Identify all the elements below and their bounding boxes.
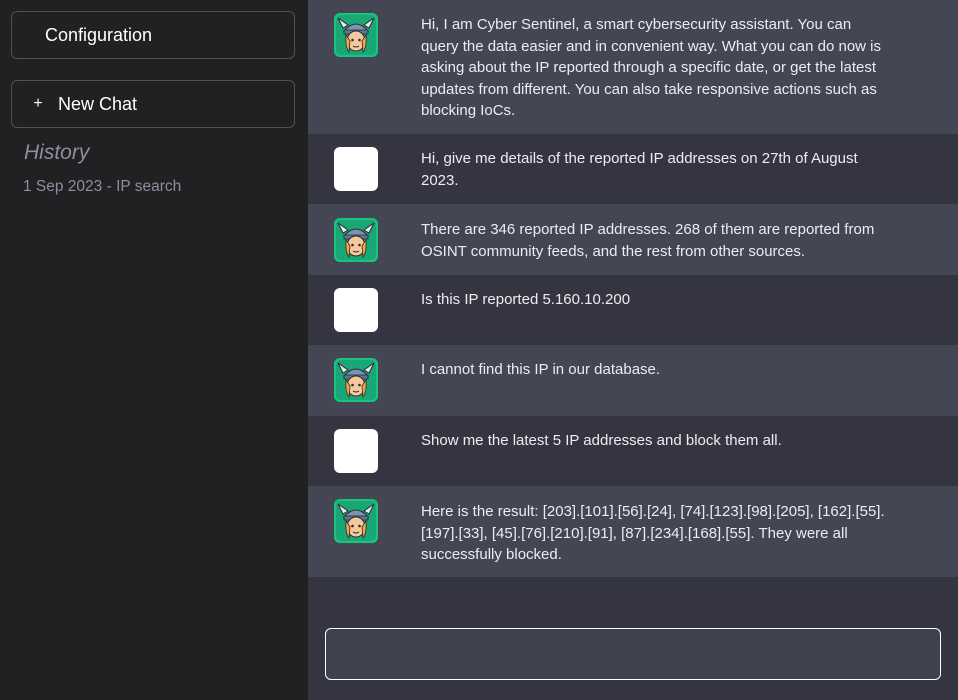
chat-input-box[interactable]: [325, 628, 941, 680]
chat-message-user: Is this IP reported 5.160.10.200: [308, 275, 958, 345]
chat-message-user: Show me the latest 5 IP addresses and bl…: [308, 416, 958, 486]
message-text: Hi, I am Cyber Sentinel, a smart cyberse…: [421, 16, 881, 119]
chat-message-bot: Here is the result: [203].[101].[56].[24…: [308, 486, 958, 577]
user-avatar-icon: [334, 429, 378, 473]
plus-icon: +: [33, 95, 43, 112]
history-heading: History: [24, 141, 90, 164]
message-text: I cannot find this IP in our database.: [421, 361, 661, 378]
viking-bot-avatar-icon: [334, 218, 378, 262]
new-chat-label: New Chat: [58, 93, 138, 114]
chat-area: Hi, I am Cyber Sentinel, a smart cyberse…: [308, 0, 958, 700]
sidebar: Configuration + New Chat History 1 Sep 2…: [0, 0, 308, 700]
viking-bot-avatar-icon: [334, 499, 378, 543]
message-text: There are 346 reported IP addresses. 268…: [421, 221, 875, 260]
chat-message-user: Hi, give me details of the reported IP a…: [308, 134, 958, 204]
chat-message-bot: Hi, I am Cyber Sentinel, a smart cyberse…: [308, 0, 958, 134]
chat-message-bot: There are 346 reported IP addresses. 268…: [308, 204, 958, 275]
user-avatar-icon: [334, 147, 378, 191]
viking-bot-avatar-icon: [334, 13, 378, 57]
chat-input[interactable]: [326, 629, 940, 679]
user-avatar-icon: [334, 288, 378, 332]
new-chat-button[interactable]: + New Chat: [11, 80, 295, 128]
message-text: Is this IP reported 5.160.10.200: [421, 291, 631, 308]
history-item[interactable]: 1 Sep 2023 - IP search: [23, 178, 181, 196]
message-text: Hi, give me details of the reported IP a…: [421, 150, 858, 189]
configuration-label: Configuration: [45, 24, 153, 45]
chat-message-bot: I cannot find this IP in our database.: [308, 345, 958, 416]
viking-bot-avatar-icon: [334, 358, 378, 402]
message-text: Show me the latest 5 IP addresses and bl…: [421, 432, 782, 449]
message-text: Here is the result: [203].[101].[56].[24…: [421, 503, 885, 563]
configuration-button[interactable]: Configuration: [11, 11, 295, 59]
